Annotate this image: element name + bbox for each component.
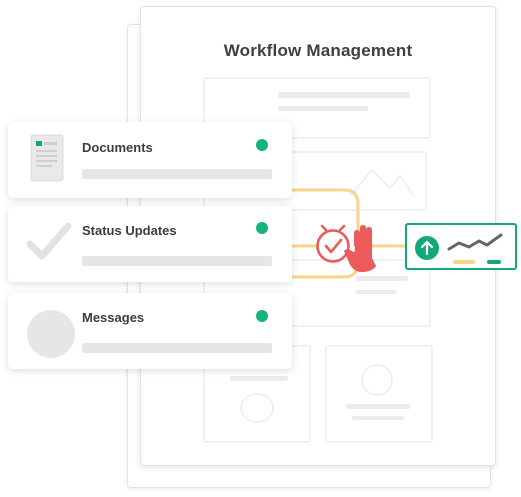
placeholder-bar [82,169,272,179]
status-updates-card[interactable]: Status Updates [8,206,292,282]
status-dot [256,222,268,234]
placeholder-bar [82,343,272,353]
legend-bar-yellow [453,260,475,264]
message-circle-icon [27,310,75,358]
status-dot [256,310,268,322]
upload-arrow-icon [415,236,439,260]
legend-bar-green [487,260,501,264]
status-updates-label: Status Updates [82,223,177,238]
trend-line-icon [447,233,503,251]
messages-card[interactable]: Messages [8,293,292,369]
clock-check-icon [316,224,350,263]
placeholder-bar [82,256,272,266]
messages-label: Messages [82,310,145,325]
documents-card[interactable]: Documents [8,122,292,198]
checkmark-icon [26,222,72,260]
status-dot [256,139,268,151]
documents-label: Documents [82,140,153,155]
document-icon [30,134,64,182]
trend-widget[interactable] [405,223,517,270]
